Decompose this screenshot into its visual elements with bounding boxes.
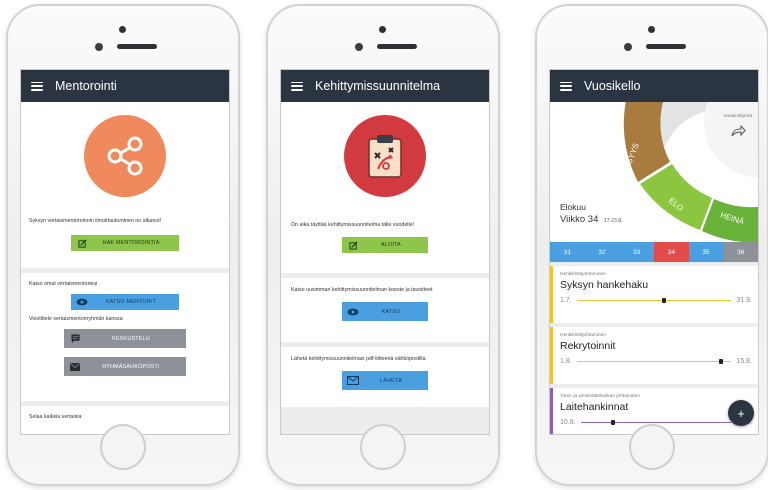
week-33[interactable]: 33 — [619, 242, 655, 262]
task-name: Laitehankinnat — [560, 401, 629, 413]
task-range: 1.8. 15.8. — [560, 358, 752, 365]
edit-icon — [342, 241, 364, 250]
page-title: Vuosikello — [584, 79, 641, 93]
home-button[interactable] — [360, 424, 406, 470]
chat-button[interactable]: KESKUSTELU — [64, 329, 186, 349]
share-arrow-icon[interactable] — [730, 124, 746, 142]
task-color-bar — [550, 266, 553, 323]
task-category: Henkilöstöjohtaminen — [560, 333, 606, 338]
start-button[interactable]: ALOITA — [342, 237, 428, 254]
task-start: 10.8. — [560, 419, 576, 426]
front-camera — [624, 43, 632, 51]
task-progress-marker — [610, 420, 615, 425]
home-button[interactable] — [100, 424, 146, 470]
phone-year-clock: Vuosikello SYYS ELO HEINÄ Vuosinäkymä El… — [535, 4, 768, 486]
task-timeline — [576, 359, 732, 364]
task-category: Henkilöstöjohtaminen — [560, 272, 606, 277]
view-mentors-text: Katso omat vertaismentoriesi — [29, 281, 98, 287]
task-progress-marker — [719, 359, 724, 364]
share-icon — [84, 115, 166, 197]
screen: Kehittymissuunnitelma On aika täyttää ke… — [280, 69, 490, 435]
task-timeline — [580, 420, 732, 425]
app-bar: Vuosikello — [550, 70, 758, 102]
task-end: 15.8. — [736, 358, 752, 365]
speaker-slot — [646, 44, 686, 49]
app-bar: Mentorointi — [21, 70, 229, 102]
phone-mentoring: Mentorointi Syksyn vertaismentoroinnin i… — [6, 4, 240, 486]
page-title: Kehittymissuunnitelma — [315, 79, 441, 93]
task-start: 1.7. — [560, 297, 572, 304]
month-label: Elokuu — [560, 202, 586, 212]
front-camera — [95, 43, 103, 51]
camera-dot — [648, 26, 655, 33]
speaker-slot — [377, 44, 417, 49]
task-end: 31.9. — [736, 297, 752, 304]
actions-card: Katso omat vertaismentoriesi KATSO MENTO… — [21, 273, 229, 401]
chat-text: Viestittele vertaismentoriryhmän kanssa — [29, 316, 123, 323]
task-list: Henkilöstöjohtaminen Syksyn hankehaku 1.7.… — [550, 262, 758, 434]
eye-icon — [71, 298, 93, 306]
page-title: Mentorointi — [55, 79, 117, 93]
chat-icon — [64, 334, 86, 344]
task-progress-marker — [661, 298, 666, 303]
task-color-bar — [550, 388, 553, 434]
view-summary-button[interactable]: KATSO — [342, 302, 428, 322]
screen: Vuosikello SYYS ELO HEINÄ Vuosinäkymä El… — [549, 69, 759, 435]
task-start: 1.8. — [560, 358, 572, 365]
hero — [281, 102, 489, 210]
week-label: Viikko 34 17-23.8. — [560, 214, 623, 225]
front-camera — [355, 43, 363, 51]
home-button[interactable] — [629, 424, 675, 470]
screen: Mentorointi Syksyn vertaismentoroinnin i… — [20, 69, 230, 435]
notice-text: On aika täyttää kehittymissuunnitelma tä… — [291, 222, 415, 228]
add-task-button[interactable]: + — [728, 400, 754, 426]
week-32[interactable]: 32 — [584, 242, 620, 262]
mail-icon — [64, 362, 86, 371]
summary-card: Katso uusimman kehittymissuunnitelman ko… — [281, 278, 489, 342]
menu-icon[interactable] — [291, 81, 303, 91]
mail-icon — [342, 376, 364, 386]
notice-text: Syksyn vertaismentoroinnin ilmoittautumi… — [29, 218, 162, 224]
camera-dot — [379, 26, 386, 33]
send-text: Lähetä kehittymissuunnitelmasi pdf-liitt… — [291, 356, 426, 362]
send-button[interactable]: LÄHETÄ — [342, 371, 428, 391]
eye-icon — [342, 308, 364, 316]
task-timeline — [576, 298, 732, 303]
apply-mentoring-button[interactable]: HAE MENTOROINTIA — [71, 235, 179, 252]
phone-development-plan: Kehittymissuunnitelma On aika täyttää ke… — [266, 4, 500, 486]
week-36[interactable]: 36 — [723, 242, 758, 262]
clipboard-icon — [344, 115, 426, 197]
hero — [21, 102, 229, 210]
edit-icon — [71, 239, 93, 248]
notice-card: Syksyn vertaismentoroinnin ilmoittautumi… — [21, 210, 229, 268]
week-strip: 31 32 33 34 35 36 — [550, 242, 758, 262]
year-wheel-panel: SYYS ELO HEINÄ Vuosinäkymä Elokuu Viikko… — [550, 102, 758, 242]
week-35[interactable]: 35 — [688, 242, 724, 262]
summary-text: Katso uusimman kehittymissuunnitelman ko… — [291, 287, 433, 293]
menu-icon[interactable] — [31, 81, 43, 91]
task-range: 1.7. 31.9. — [560, 297, 752, 304]
task-card[interactable]: Henkilöstöjohtaminen Syksyn hankehaku 1.7.… — [550, 266, 758, 323]
notice-card: On aika täyttää kehittymissuunnitelma tä… — [281, 210, 489, 273]
view-mentors-button[interactable]: KATSO MENTORIT — [71, 294, 179, 311]
mockup-stage: Mentorointi Syksyn vertaismentoroinnin i… — [0, 0, 768, 490]
task-card[interactable]: Henkilöstöjohtaminen Rekrytoinnit 1.8. 15.8… — [550, 327, 758, 384]
week-34-selected[interactable]: 34 — [654, 242, 689, 262]
week-31[interactable]: 31 — [550, 242, 585, 262]
task-name: Syksyn hankehaku — [560, 279, 649, 291]
speaker-slot — [117, 44, 157, 49]
camera-dot — [119, 26, 126, 33]
browse-text: Selaa kaikkia vertaisia — [29, 414, 82, 420]
task-category: Tieto- ja viestintätekniikan johtaminen — [560, 394, 640, 399]
year-view-label: Vuosinäkymä — [723, 114, 752, 119]
menu-icon[interactable] — [560, 81, 572, 91]
app-bar: Kehittymissuunnitelma — [281, 70, 489, 102]
send-card: Lähetä kehittymissuunnitelmasi pdf-liitt… — [281, 347, 489, 407]
task-color-bar — [550, 327, 553, 384]
group-email-button[interactable]: RYHMÄSÄHKÖPOSTI — [64, 357, 186, 377]
week-range: 17-23.8. — [604, 218, 623, 224]
task-name: Rekrytoinnit — [560, 340, 616, 352]
